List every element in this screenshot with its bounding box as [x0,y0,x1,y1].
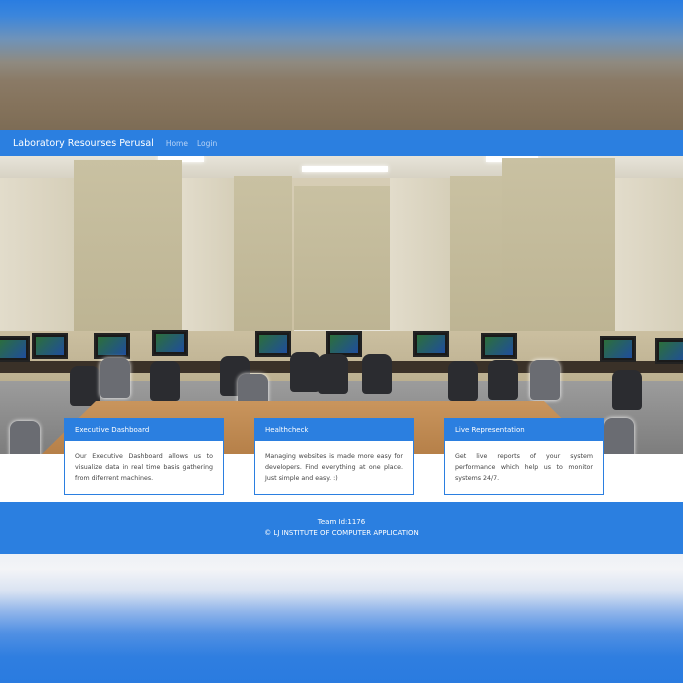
chair [612,370,642,410]
card-live-representation: Live Representation Get live reports of … [444,418,604,495]
nav-link-home[interactable]: Home [166,139,188,148]
card-title: Executive Dashboard [65,419,223,441]
card-title: Live Representation [445,419,603,441]
monitor [413,331,449,357]
monitor [600,336,636,362]
window-shade [450,176,502,336]
chair [530,360,560,400]
chair [10,421,40,454]
monitor [152,330,188,356]
card-text: Managing websites is made more easy for … [265,453,403,482]
chair [448,361,478,401]
brand-title[interactable]: Laboratory Resourses Perusal [13,138,154,149]
chair [362,354,392,394]
ceiling-light [302,166,388,172]
hero-lab-photo [0,156,683,454]
footer: Team Id:1176 © LJ INSTITUTE OF COMPUTER … [0,502,683,554]
wall-pillar [182,178,234,338]
chair [100,358,130,398]
footer-copyright: © LJ INSTITUTE OF COMPUTER APPLICATION [264,529,419,537]
blurred-background-bottom [0,554,683,683]
monitor [255,331,291,357]
monitor [32,333,68,359]
window-shade [74,160,182,335]
card-text: Get live reports of your system performa… [455,453,593,482]
chair [488,360,518,400]
monitor [481,333,517,359]
window-shade [502,158,615,334]
card-title: Healthcheck [255,419,413,441]
monitor [94,333,130,359]
monitor [655,338,683,364]
nav-link-login[interactable]: Login [197,139,217,148]
wall-pillar [615,178,683,338]
window-shade [234,176,292,336]
monitor [0,336,30,362]
card-healthcheck: Healthcheck Managing websites is made mo… [254,418,414,495]
navbar: Laboratory Resourses Perusal Home Login [0,130,683,156]
card-executive-dashboard: Executive Dashboard Our Executive Dashbo… [64,418,224,495]
wall-pillar [390,178,450,338]
chair [604,418,634,454]
footer-team-id: Team Id:1176 [317,518,366,526]
wall-pillar [0,178,75,338]
blurred-background-top [0,0,683,130]
chair [150,361,180,401]
chair [290,352,320,392]
card-text: Our Executive Dashboard allows us to vis… [75,453,213,482]
chair [318,354,348,394]
chair [70,366,100,406]
window-shade [294,186,390,332]
